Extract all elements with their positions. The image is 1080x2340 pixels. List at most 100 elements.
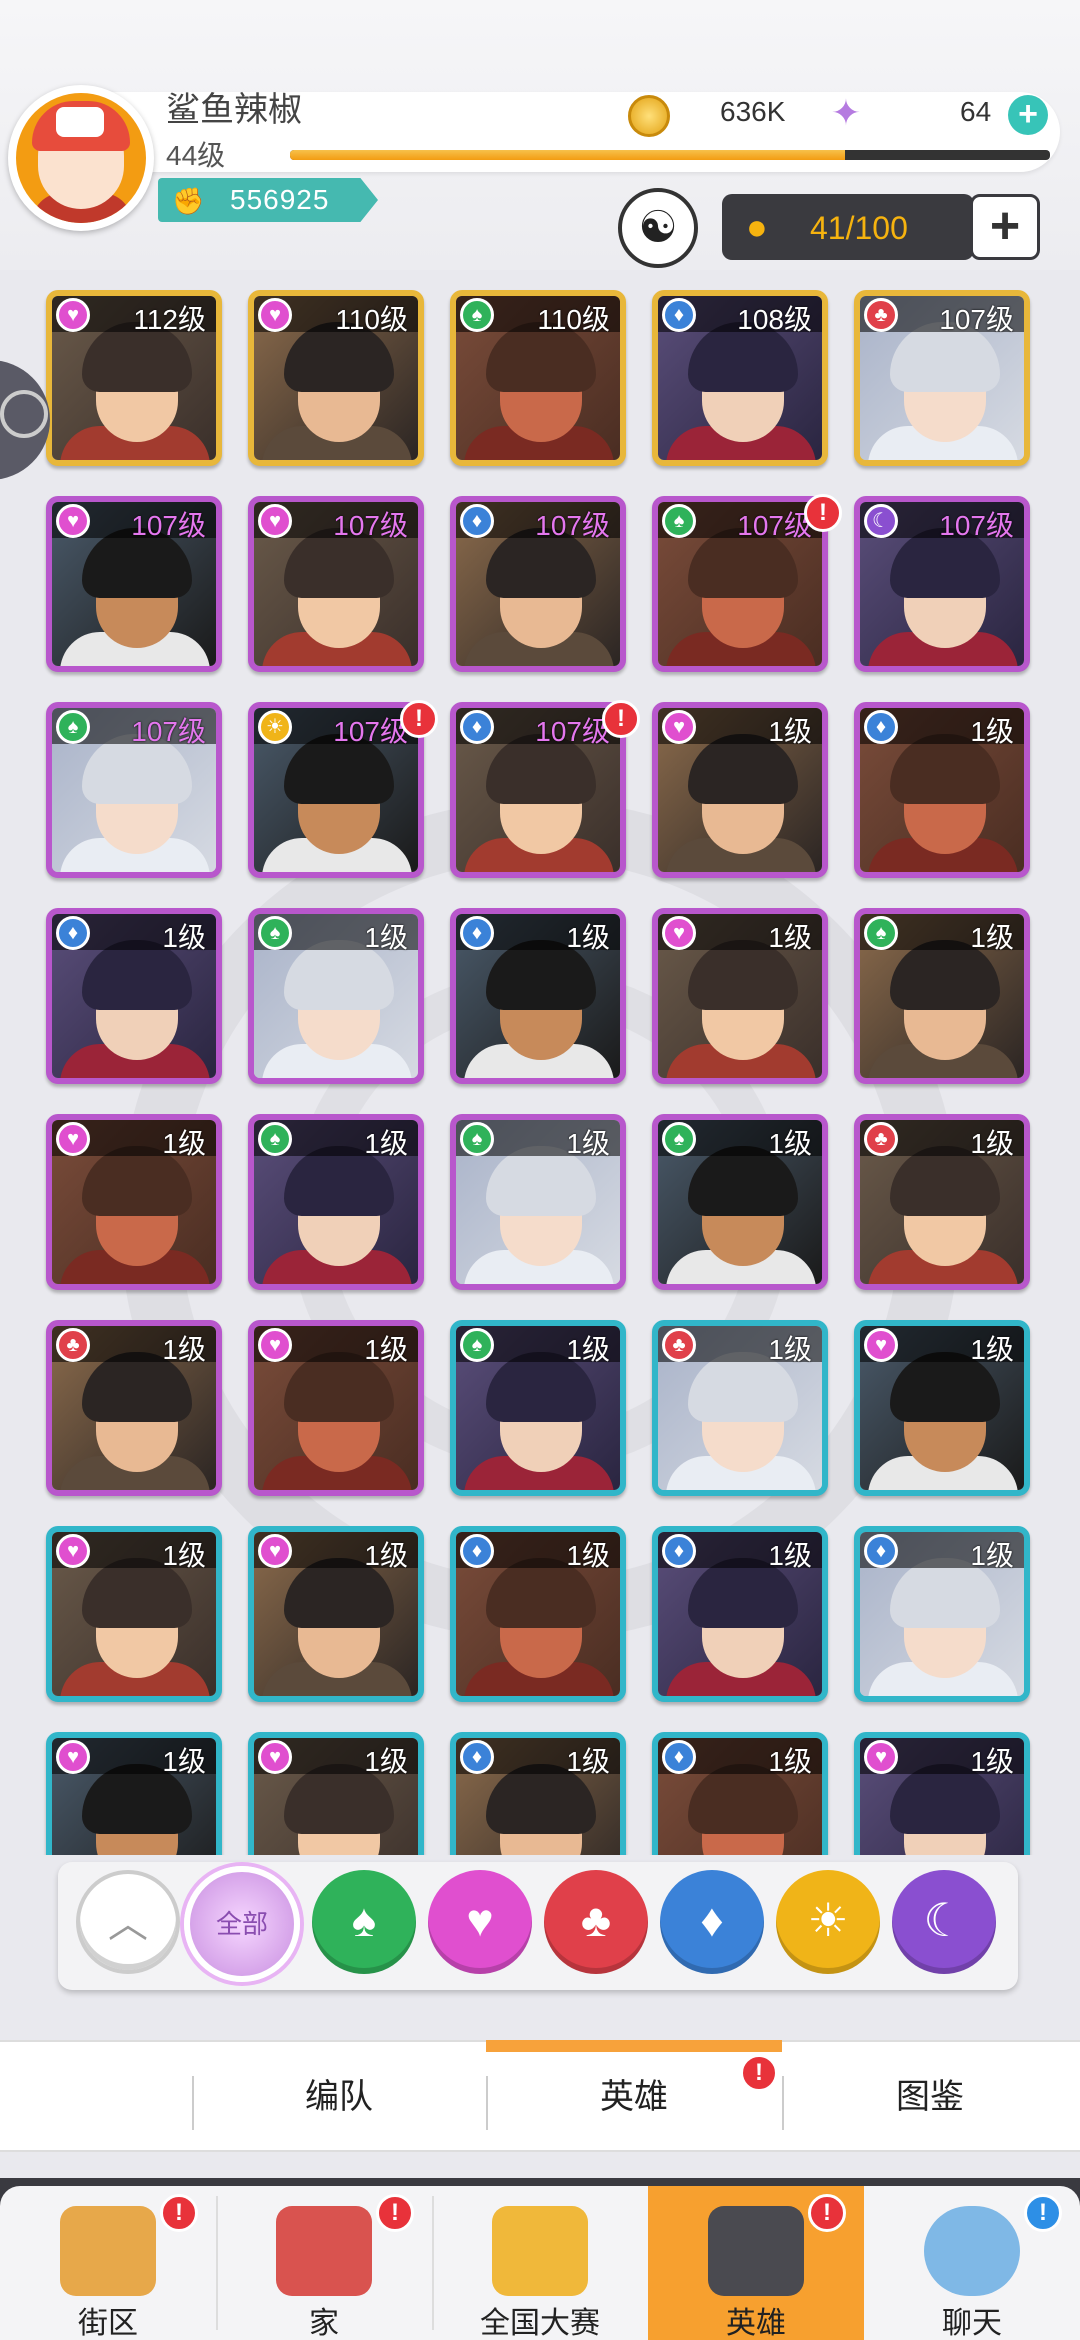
heart-icon: ♥ [662, 710, 696, 744]
hero-level: 1级 [162, 1334, 206, 1365]
hero-card[interactable]: ♣ 1级 [652, 1320, 828, 1496]
hero-card[interactable]: ♥ 112级 [46, 290, 222, 466]
nav-street[interactable]: 街区 ! [0, 2186, 216, 2340]
heart-icon: ♥ [56, 1534, 90, 1568]
spade-icon[interactable]: ♠ [312, 1870, 416, 1974]
hero-card[interactable]: ♥ 110级 [248, 290, 424, 466]
diamond-icon: ♦ [460, 1534, 494, 1568]
hero-card[interactable]: ♥ 1级 [248, 1732, 424, 1855]
sun-icon[interactable]: ☀ [776, 1870, 880, 1974]
tab-heroes-alert: ! [740, 2054, 778, 2092]
hero-card[interactable]: ♥ 107级 [248, 496, 424, 672]
hero-card[interactable]: ♥ 1级 [652, 908, 828, 1084]
hero-alert-badge: ! [602, 700, 640, 738]
hero-card[interactable]: ♠ 1级 [450, 1114, 626, 1290]
add-gems-button[interactable]: + [1008, 95, 1048, 135]
hero-card[interactable]: ♥ 1级 [652, 702, 828, 878]
chat-icon [924, 2206, 1020, 2296]
hero-card[interactable]: ♦ 1级 [652, 1526, 828, 1702]
hero-level: 1级 [768, 922, 812, 953]
spade-icon: ♠ [258, 916, 292, 950]
hero-card[interactable]: ♦ 107级 [450, 702, 626, 878]
player-name: 鲨鱼辣椒 [166, 91, 302, 129]
club-icon: ♣ [864, 298, 898, 332]
hero-card[interactable]: ☀ 107级 [248, 702, 424, 878]
hero-card[interactable]: ♥ 1级 [248, 1526, 424, 1702]
hero-card[interactable]: ♦ 107级 [450, 496, 626, 672]
hero-card[interactable]: ♦ 1级 [450, 908, 626, 1084]
hero-card[interactable]: ♦ 1级 [46, 908, 222, 1084]
formation-icon[interactable]: ☯ [618, 188, 698, 268]
hero-card[interactable]: ♠ 107级 [46, 702, 222, 878]
hero-level: 1级 [566, 1540, 610, 1571]
hero-card[interactable]: ♠ 1级 [450, 1320, 626, 1496]
filter-all-button[interactable]: 全部 [184, 1866, 300, 1982]
nav-home-badge: ! [376, 2194, 414, 2232]
hero-card[interactable]: ♦ 108级 [652, 290, 828, 466]
expand-roster-button[interactable]: + [970, 194, 1040, 260]
hero-alert-badge: ! [804, 494, 842, 532]
tab-codex[interactable]: 图鉴 [782, 2042, 1078, 2152]
hero-card[interactable]: ♦ 1级 [854, 1526, 1030, 1702]
hero-card[interactable]: ♥ 1级 [46, 1114, 222, 1290]
diamond-icon: ♦ [864, 710, 898, 744]
nav-national-contest[interactable]: 全国大赛 [432, 2186, 648, 2340]
heart-icon[interactable]: ♥ [428, 1870, 532, 1974]
hero-level: 1级 [566, 1128, 610, 1159]
nav-heroes-label: 英雄 [726, 2307, 786, 2340]
profile-header: 鲨鱼辣椒 44级 ✊ 556925 636K ✦ 64 + ☯ ● 41/100… [0, 0, 1080, 270]
diamond-icon: ♦ [460, 1740, 494, 1774]
hero-level: 1级 [364, 1746, 408, 1777]
hero-card[interactable]: ♥ 1级 [854, 1320, 1030, 1496]
heart-icon: ♥ [258, 1534, 292, 1568]
roster-capacity: ● 41/100 [722, 194, 974, 260]
hero-level: 1级 [768, 1334, 812, 1365]
hero-card[interactable]: ♠ 1级 [248, 908, 424, 1084]
hero-alert-badge: ! [400, 700, 438, 738]
heart-icon: ♥ [258, 1328, 292, 1362]
heart-icon: ♥ [864, 1740, 898, 1774]
hero-card[interactable]: ♠ 1级 [854, 908, 1030, 1084]
hero-card[interactable]: ♦ 1级 [450, 1526, 626, 1702]
hero-card[interactable]: ♣ 107级 [854, 290, 1030, 466]
hero-card[interactable]: ♥ 1级 [248, 1320, 424, 1496]
moon-icon[interactable]: ☾ [892, 1870, 996, 1974]
nav-heroes[interactable]: 英雄 ! [648, 2186, 864, 2340]
tab-formation[interactable]: 编队 [192, 2042, 486, 2152]
tab-heroes[interactable]: 英雄 [486, 2042, 782, 2152]
hero-card[interactable]: ♠ 107级 [652, 496, 828, 672]
hero-card[interactable]: ♥ 1级 [46, 1732, 222, 1855]
avatar[interactable] [8, 85, 154, 231]
hero-level: 1级 [364, 1540, 408, 1571]
hero-level: 107级 [131, 716, 206, 747]
tab-bar: 编队 英雄 图鉴 ! [0, 2040, 1080, 2152]
hero-card[interactable]: ♥ 1级 [854, 1732, 1030, 1855]
hero-card[interactable]: ♠ 110级 [450, 290, 626, 466]
collapse-icon[interactable]: ︿ [76, 1870, 180, 1974]
hero-card[interactable]: ♣ 1级 [46, 1320, 222, 1496]
heart-icon: ♥ [56, 504, 90, 538]
power-badge: ✊ 556925 [158, 178, 378, 222]
nav-home-label: 家 [309, 2307, 339, 2340]
hero-card[interactable]: ♦ 1级 [652, 1732, 828, 1855]
hero-card[interactable]: ♦ 1级 [854, 702, 1030, 878]
hero-card[interactable]: ☾ 107级 [854, 496, 1030, 672]
hero-level: 1级 [162, 1540, 206, 1571]
diamond-icon[interactable]: ♦ [660, 1870, 764, 1974]
nav-chat[interactable]: 聊天 ! [864, 2186, 1080, 2340]
hero-level: 1级 [364, 1334, 408, 1365]
hero-level: 112级 [133, 304, 206, 335]
hero-card[interactable]: ♠ 1级 [652, 1114, 828, 1290]
club-icon[interactable]: ♣ [544, 1870, 648, 1974]
nav-home[interactable]: 家 ! [216, 2186, 432, 2340]
hero-card[interactable]: ♥ 107级 [46, 496, 222, 672]
club-icon: ♣ [56, 1328, 90, 1362]
moon-icon: ☾ [864, 504, 898, 538]
hero-card[interactable]: ♥ 1级 [46, 1526, 222, 1702]
hero-card[interactable]: ♦ 1级 [450, 1732, 626, 1855]
nav-street-label: 街区 [78, 2307, 138, 2340]
hero-card[interactable]: ♣ 1级 [854, 1114, 1030, 1290]
hero-card[interactable]: ♠ 1级 [248, 1114, 424, 1290]
hero-level: 1级 [970, 1128, 1014, 1159]
diamond-icon: ♦ [864, 1534, 898, 1568]
